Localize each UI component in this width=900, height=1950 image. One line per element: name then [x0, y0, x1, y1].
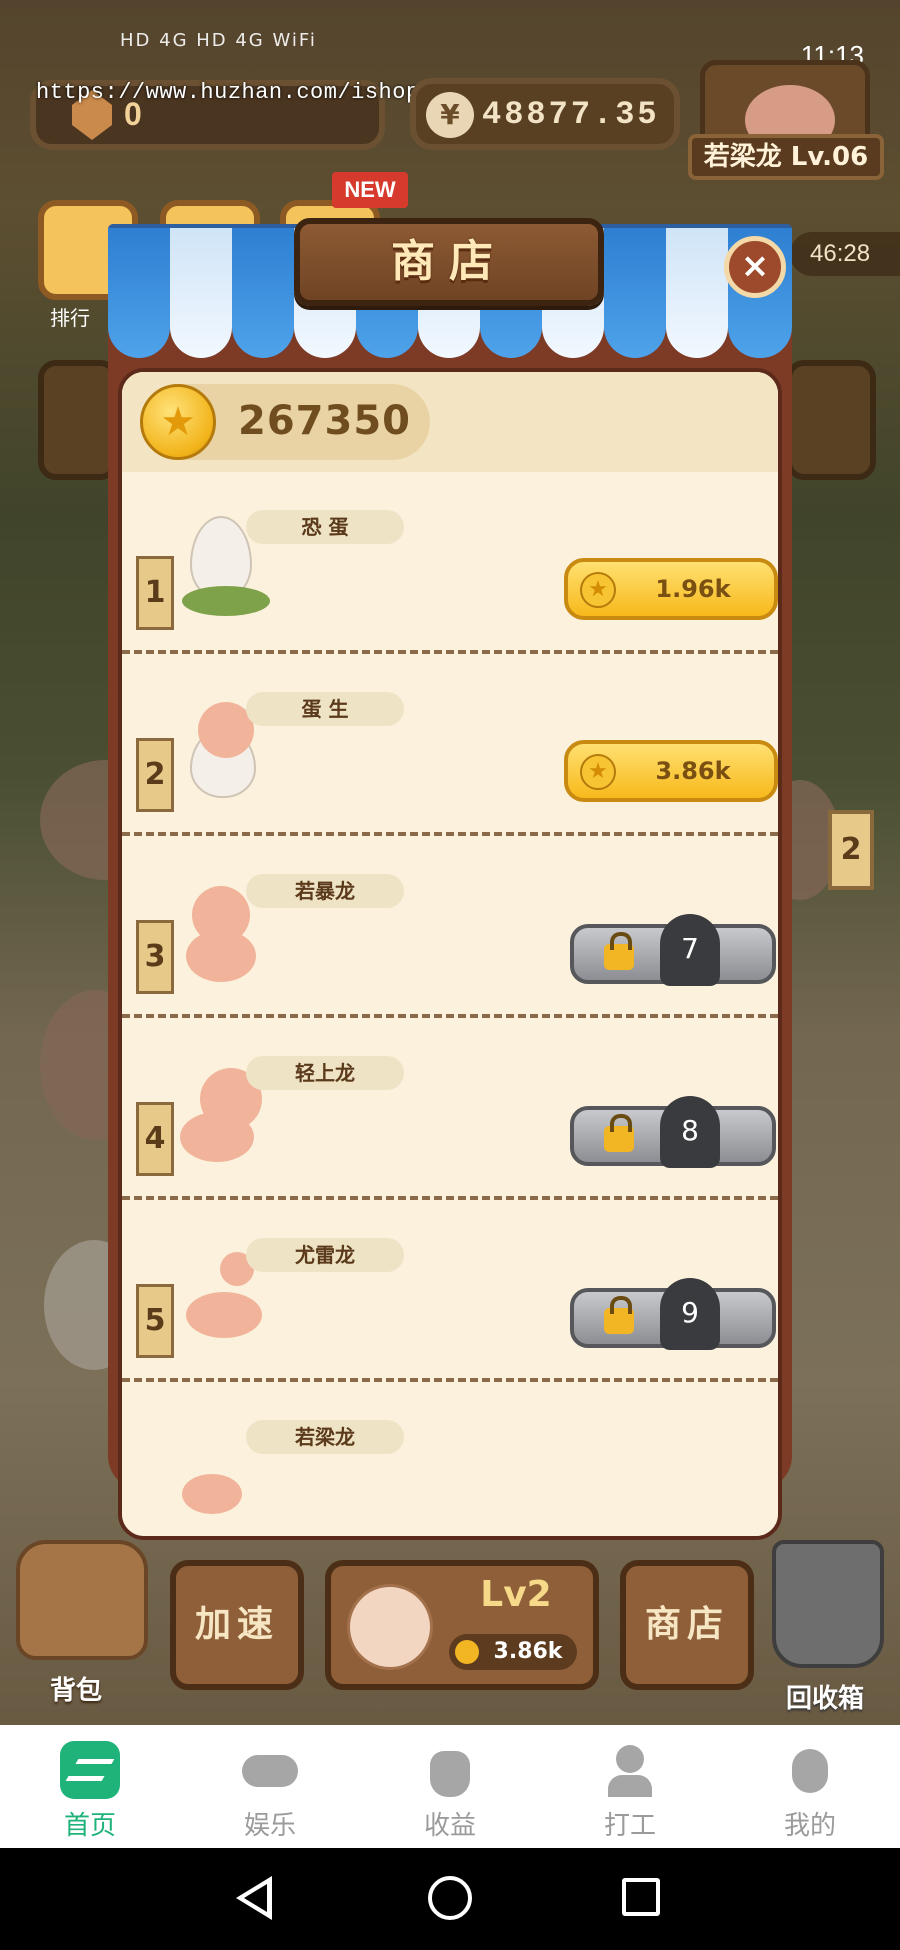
tab-earnings[interactable]: 收益	[360, 1725, 540, 1848]
item-index: 4	[136, 1102, 174, 1176]
tab-entertainment[interactable]: 娱乐	[180, 1725, 360, 1848]
app-tab-bar: 首页 娱乐 收益 打工 我的	[0, 1725, 900, 1848]
field-slot-number: 2	[828, 810, 874, 890]
shop-item: 3 若暴龙 7	[122, 836, 778, 1018]
item-name: 若暴龙	[246, 874, 404, 908]
star-coin-icon	[140, 384, 216, 460]
left-side-panel	[38, 360, 118, 480]
leaderboard-label: 排行	[50, 306, 90, 330]
shop-inner: 267350 1 恐 蛋 ★ 1.96k	[118, 368, 782, 1540]
item-index: 1	[136, 556, 174, 630]
backpack-icon[interactable]	[16, 1540, 148, 1660]
recent-apps-icon[interactable]	[622, 1878, 660, 1916]
star-coin-icon: ★	[580, 754, 616, 790]
item-name: 尤雷龙	[246, 1238, 404, 1272]
dino-avatar-icon	[347, 1584, 433, 1670]
item-name: 若梁龙	[246, 1420, 404, 1454]
unlock-level: 9	[681, 1296, 699, 1329]
shop-button[interactable]: 商店	[620, 1560, 754, 1690]
item-name: 恐 蛋	[246, 510, 404, 544]
unlock-level: 8	[681, 1114, 699, 1147]
shop-item: 2 蛋 生 ★ 3.86k	[122, 654, 778, 836]
locked-button[interactable]: 9	[570, 1278, 776, 1350]
item-index: 2	[136, 738, 174, 812]
shop-item-list[interactable]: 267350 1 恐 蛋 ★ 1.96k	[122, 372, 778, 1536]
player-level-badge: 若梁龙 Lv.06	[688, 134, 884, 180]
network-indicators: HD 4G HD 4G WiFi	[120, 30, 317, 51]
profile-icon	[780, 1741, 840, 1799]
trash-bin-icon[interactable]	[772, 1540, 884, 1668]
shop-item: 若梁龙	[122, 1382, 778, 1536]
system-nav-bar	[0, 1848, 900, 1950]
tab-label: 我的	[783, 1811, 836, 1841]
backpack-label: 背包	[50, 1676, 103, 1706]
item-name: 蛋 生	[246, 692, 404, 726]
coin-balance-value: 267350	[238, 398, 411, 444]
star-coin-icon: ★	[580, 572, 616, 608]
close-button[interactable]: ×	[724, 236, 786, 298]
shop-frame: 267350 1 恐 蛋 ★ 1.96k	[108, 298, 792, 1540]
buy-button[interactable]: ★ 1.96k	[564, 558, 778, 620]
shop-item: 5 尤雷龙 9	[122, 1200, 778, 1382]
buy-button[interactable]: ★ 3.86k	[564, 740, 778, 802]
item-name: 轻上龙	[246, 1056, 404, 1090]
shop-item: 1 恐 蛋 ★ 1.96k	[122, 472, 778, 654]
countdown-timer: 46:28	[790, 232, 900, 276]
money-bag-icon	[420, 1741, 480, 1799]
tab-label: 首页	[63, 1811, 116, 1841]
back-icon[interactable]	[236, 1876, 272, 1920]
speed-up-button[interactable]: 加速	[170, 1560, 304, 1690]
tab-label: 收益	[423, 1811, 476, 1841]
buy-dino-button[interactable]: Lv2 3.86k	[325, 1560, 599, 1690]
new-badge: NEW	[332, 172, 408, 208]
unlock-level: 7	[681, 932, 699, 965]
coin-balance-header: 267350	[122, 372, 778, 472]
coin-balance: 267350	[140, 384, 430, 460]
dino-icon	[182, 1474, 242, 1514]
money-value: 48877.35	[482, 96, 660, 133]
shop-title-board: 商店	[294, 218, 604, 306]
tab-profile[interactable]: 我的	[720, 1725, 900, 1848]
item-index: 5	[136, 1284, 174, 1358]
dino-level: Lv2	[480, 1574, 552, 1615]
right-side-panel	[786, 360, 876, 480]
locked-button[interactable]: 8	[570, 1096, 776, 1168]
recycle-label: 回收箱	[786, 1684, 865, 1714]
locked-button[interactable]: 7	[570, 914, 776, 986]
tab-home[interactable]: 首页	[0, 1725, 180, 1848]
item-price: 3.86k	[655, 757, 731, 785]
shop-item: 4 轻上龙 8	[122, 1018, 778, 1200]
lock-icon	[604, 1114, 634, 1152]
gamepad-icon	[240, 1741, 300, 1799]
worker-icon	[600, 1741, 660, 1799]
home-logo-icon	[60, 1741, 120, 1799]
money-counter: ¥ 48877.35	[410, 78, 680, 150]
lock-icon	[604, 1296, 634, 1334]
tab-work[interactable]: 打工	[540, 1725, 720, 1848]
dino-cost: 3.86k	[449, 1634, 577, 1670]
home-icon[interactable]	[428, 1876, 472, 1920]
lock-icon	[604, 932, 634, 970]
tab-label: 娱乐	[243, 1811, 296, 1841]
shop-modal: 267350 1 恐 蛋 ★ 1.96k	[108, 218, 792, 1540]
tab-label: 打工	[603, 1811, 656, 1841]
item-index: 3	[136, 920, 174, 994]
yuan-icon: ¥	[426, 92, 474, 138]
shop-title: 商店	[391, 236, 507, 287]
item-price: 1.96k	[655, 575, 731, 603]
